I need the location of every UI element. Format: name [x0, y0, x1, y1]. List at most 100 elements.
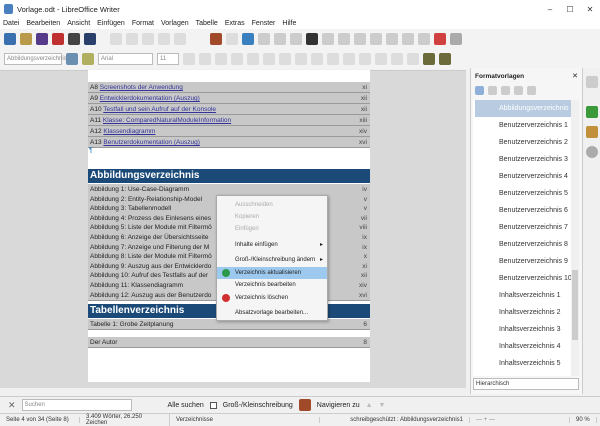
style-list-item[interactable]: Inhaltsverzeichnis 6 [475, 372, 571, 376]
entry-text[interactable]: Benutzerdokumentation (Auszug) [103, 139, 199, 146]
menu-item-paste-special[interactable]: Inhalte einfügen ▸ [217, 239, 327, 251]
style-list-item[interactable]: Abbildungsverzeichnis [475, 100, 571, 117]
strikethrough-icon[interactable] [231, 53, 243, 65]
menu-einfuegen[interactable]: Einfügen [97, 20, 125, 27]
line-icon[interactable] [450, 33, 462, 45]
toc-entry-row[interactable]: A9 Entwicklerdokumentation (Auszug) xii [88, 93, 370, 104]
find-all-button[interactable]: Alle suchen [168, 402, 204, 409]
style-list-item[interactable]: Benutzerverzeichnis 7 [475, 219, 571, 236]
menu-item-paste[interactable]: Einfügen [217, 223, 327, 235]
spellcheck-icon[interactable] [226, 33, 238, 45]
menu-tabelle[interactable]: Tabelle [196, 20, 218, 27]
toc-entry-row[interactable]: A11 Klasse: ComparedNaturalModuleInforma… [88, 115, 370, 126]
footnote-icon[interactable] [386, 33, 398, 45]
character-styles-icon[interactable] [488, 86, 497, 95]
menu-datei[interactable]: Datei [3, 20, 19, 27]
line-spacing-icon[interactable] [407, 53, 419, 65]
menu-fenster[interactable]: Fenster [252, 20, 276, 27]
toc-entry-row[interactable]: Der Autor 8 [88, 337, 370, 348]
track-changes-icon[interactable] [418, 33, 430, 45]
style-list-item[interactable]: Benutzerverzeichnis 6 [475, 202, 571, 219]
italic-icon[interactable] [199, 53, 211, 65]
chart-icon[interactable] [290, 33, 302, 45]
menu-bearbeiten[interactable]: Bearbeiten [26, 20, 60, 27]
navigator-tab-icon[interactable] [586, 146, 598, 158]
font-name-select[interactable]: Arial [98, 53, 153, 65]
list-styles-icon[interactable] [527, 86, 536, 95]
paragraph-style-select[interactable]: Abbildungsverzeichnis [4, 53, 67, 65]
zoom-slider[interactable]: — + — [470, 417, 570, 423]
underline-icon[interactable] [215, 53, 227, 65]
entry-text[interactable]: Entwicklerdokumentation (Auszug) [100, 95, 200, 102]
maximize-button[interactable]: ☐ [560, 5, 580, 14]
print-preview-icon[interactable] [84, 33, 96, 45]
menu-item-update-index[interactable]: Verzeichnis aktualisieren [217, 267, 327, 279]
bold-icon[interactable] [183, 53, 195, 65]
copy-icon[interactable] [126, 33, 138, 45]
hyperlink-icon[interactable] [370, 33, 382, 45]
align-right-icon[interactable] [375, 53, 387, 65]
entry-text[interactable]: Klasse: ComparedNaturalModuleInformation [103, 117, 231, 124]
table-icon[interactable] [258, 33, 270, 45]
style-list-item[interactable]: Inhaltsverzeichnis 3 [475, 321, 571, 338]
menu-extras[interactable]: Extras [225, 20, 245, 27]
export-pdf-icon[interactable] [52, 33, 64, 45]
page-styles-icon[interactable] [514, 86, 523, 95]
match-case-checkbox[interactable] [209, 401, 217, 409]
scrollbar-thumb[interactable] [572, 270, 578, 340]
menu-item-delete-index[interactable]: Verzeichnis löschen [217, 292, 327, 304]
find-next-icon[interactable]: ▼ [379, 402, 386, 409]
minimize-button[interactable]: – [540, 5, 560, 14]
style-filter-select[interactable]: Hierarchisch [473, 378, 579, 390]
style-list-item[interactable]: Benutzerverzeichnis 9 [475, 253, 571, 270]
page-break-icon[interactable] [322, 33, 334, 45]
menu-format[interactable]: Format [132, 20, 154, 27]
undo-icon[interactable] [158, 33, 170, 45]
properties-tab-icon[interactable] [586, 76, 598, 88]
highlight-icon[interactable] [295, 53, 307, 65]
redo-icon[interactable] [174, 33, 186, 45]
paragraph-styles-icon[interactable] [475, 86, 484, 95]
toc-entry-row[interactable]: A12 Klassendiagramm xiv [88, 126, 370, 137]
style-list-item[interactable]: Benutzerverzeichnis 5 [475, 185, 571, 202]
style-list-item[interactable]: Inhaltsverzeichnis 1 [475, 287, 571, 304]
style-list-item[interactable]: Benutzerverzeichnis 3 [475, 151, 571, 168]
save-icon[interactable] [36, 33, 48, 45]
navigate-to-label[interactable]: Navigieren zu [317, 402, 360, 409]
align-left-icon[interactable] [343, 53, 355, 65]
image-icon[interactable] [274, 33, 286, 45]
style-list-item[interactable]: Benutzerverzeichnis 10 [475, 270, 571, 287]
entry-text[interactable]: Testfall und sein Aufruf auf der Konsole [103, 106, 216, 113]
open-icon[interactable] [20, 33, 32, 45]
numbering-icon[interactable] [327, 53, 339, 65]
new-document-icon[interactable] [4, 33, 16, 45]
text-box-icon[interactable] [306, 33, 318, 45]
style-list-scrollbar[interactable] [571, 100, 579, 376]
menu-ansicht[interactable]: Ansicht [67, 20, 90, 27]
search-input[interactable]: Suchen [21, 399, 132, 411]
style-list-item[interactable]: Benutzerverzeichnis 4 [475, 168, 571, 185]
style-list-item[interactable]: Inhaltsverzeichnis 4 [475, 338, 571, 355]
decrease-indent-icon[interactable] [439, 53, 451, 65]
justify-icon[interactable] [391, 53, 403, 65]
menu-item-edit-index[interactable]: Verzeichnis bearbeiten [217, 279, 327, 291]
entry-text[interactable]: Screenshots der Anwendung [100, 84, 183, 91]
menu-item-copy[interactable]: Kopieren [217, 211, 327, 223]
show-track-changes-icon[interactable] [434, 33, 446, 45]
frame-styles-icon[interactable] [501, 86, 510, 95]
page-count[interactable]: Seite 4 von 34 (Seite 8) [0, 417, 80, 423]
style-list-item[interactable]: Benutzerverzeichnis 1 [475, 117, 571, 134]
paste-icon[interactable] [142, 33, 154, 45]
cut-icon[interactable] [110, 33, 122, 45]
menu-item-change-case[interactable]: Groß-/Kleinschreibung ändern ▸ [217, 254, 327, 266]
sidebar-close-button[interactable]: ✕ [572, 72, 578, 80]
font-size-select[interactable]: 11 [157, 53, 179, 65]
superscript-icon[interactable] [247, 53, 259, 65]
update-style-icon[interactable] [66, 53, 78, 65]
style-list-item[interactable]: Inhaltsverzeichnis 2 [475, 304, 571, 321]
special-character-icon[interactable] [354, 33, 366, 45]
zoom-level[interactable]: 90 % [570, 417, 597, 423]
close-find-icon[interactable]: ✕ [8, 400, 16, 411]
style-list[interactable]: Abbildungsverzeichnis Benutzerverzeichnis… [473, 100, 579, 376]
align-center-icon[interactable] [359, 53, 371, 65]
